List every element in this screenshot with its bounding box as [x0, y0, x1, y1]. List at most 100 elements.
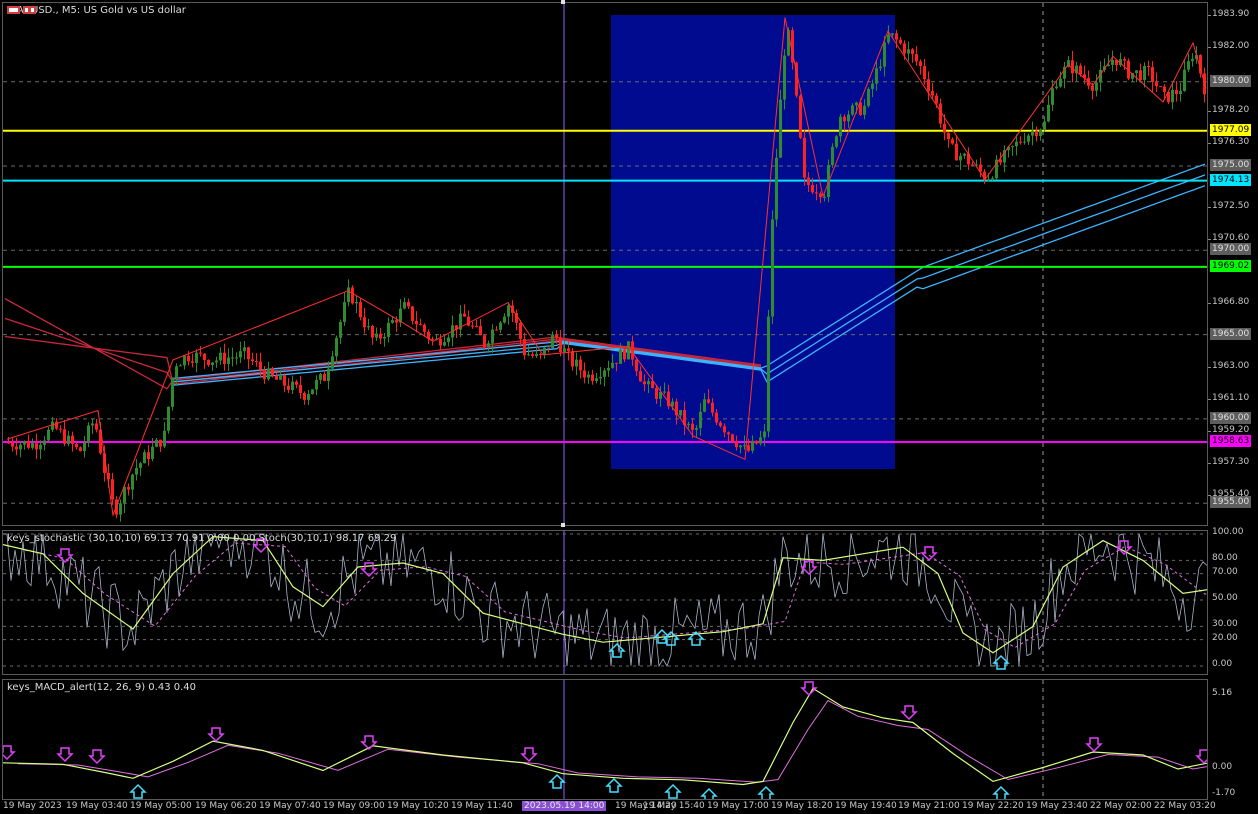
- candle-body: [599, 376, 602, 379]
- candle-body: [283, 375, 286, 386]
- price-tick-mark: [1208, 143, 1211, 145]
- candle-body: [1079, 65, 1082, 75]
- level-price-label[interactable]: 1974.13: [1210, 173, 1252, 186]
- macd-pane[interactable]: keys_MACD_alert(12, 26, 9) 0.43 0.40: [2, 679, 1208, 800]
- candle-body: [603, 370, 606, 377]
- candle-body: [871, 83, 874, 90]
- candle-body: [179, 365, 182, 367]
- stoch-tick-label: 100.00: [1212, 527, 1244, 537]
- candle-body: [475, 325, 478, 327]
- time-label: 19 May 23:40: [1026, 801, 1088, 811]
- candle-body: [339, 321, 342, 338]
- candle-body: [203, 353, 206, 361]
- candle-body: [731, 434, 734, 442]
- candle-body: [83, 442, 86, 452]
- candle-body: [1163, 86, 1166, 92]
- candle-body: [779, 99, 782, 158]
- candle-body: [831, 146, 834, 165]
- candle-body: [823, 197, 826, 199]
- crosshair-top-handle[interactable]: [561, 0, 565, 4]
- price-tick-label: 1970.60: [1212, 233, 1250, 244]
- price-tick-label: 1959.20: [1212, 425, 1250, 436]
- candle-body: [919, 61, 922, 67]
- price-tick-mark: [1208, 431, 1211, 433]
- candle-body: [679, 410, 682, 416]
- candle-body: [935, 95, 938, 104]
- candle-body: [423, 324, 426, 332]
- macd-tick-label: 0.00: [1212, 762, 1233, 772]
- stochastic-pane[interactable]: keys_stochastic (30,10,10) 69.13 70.91 0…: [2, 530, 1208, 675]
- price-tick-label: 1972.50: [1212, 201, 1250, 212]
- stoch-tick-label: 80.00: [1212, 553, 1238, 564]
- candle-body: [835, 136, 838, 147]
- time-label: 19 May 19:40: [835, 801, 897, 811]
- macd-canvas[interactable]: [3, 680, 1208, 800]
- stoch-tick-label: 70.00: [1212, 566, 1238, 577]
- stochastic-canvas[interactable]: [3, 531, 1208, 675]
- candle-body: [375, 333, 378, 338]
- candle-body: [43, 440, 46, 445]
- time-label: 19 May 17:00: [707, 801, 769, 811]
- price-chart-pane[interactable]: XAUUSD., M5: US Gold vs US dollar: [2, 2, 1208, 526]
- candle-body: [119, 503, 122, 515]
- candle-body: [1043, 121, 1046, 131]
- candle-body: [471, 325, 474, 327]
- stochastic-axis[interactable]: 100.00 80.00 70.00 50.00 30.00 20.00 0.00: [1208, 527, 1258, 675]
- candle-body: [111, 479, 114, 500]
- candle-body: [1135, 70, 1138, 74]
- candle-body: [299, 384, 302, 393]
- level-price-label[interactable]: 1969.02: [1210, 259, 1252, 272]
- candle-body: [735, 441, 738, 448]
- candle-body: [899, 39, 902, 44]
- candle-body: [407, 302, 410, 307]
- candle-body: [799, 95, 802, 138]
- candle-body: [51, 421, 54, 430]
- candle-body: [635, 359, 638, 372]
- candle-body: [15, 446, 18, 450]
- time-label: 22 May 03:20: [1154, 801, 1216, 811]
- candle-body: [175, 366, 178, 378]
- level-price-label[interactable]: 1977.09: [1210, 123, 1252, 136]
- candle-body: [807, 177, 810, 185]
- candle-body: [563, 348, 566, 353]
- macd-axis[interactable]: 5.16 0.00 -1.70: [1208, 679, 1258, 800]
- level-price-label[interactable]: 1958.63: [1210, 434, 1252, 447]
- candle-body: [191, 361, 194, 363]
- candle-body: [1047, 104, 1050, 122]
- price-axis[interactable]: 1983.90 1982.00 1978.20 1976.30 1972.50 1970.…: [1208, 2, 1258, 526]
- price-chart-canvas[interactable]: [3, 3, 1208, 526]
- candle-body: [131, 474, 134, 490]
- candle-body: [247, 347, 250, 360]
- time-label: 19 May 07:40: [259, 801, 321, 811]
- candle-body: [311, 389, 314, 395]
- candle-body: [355, 302, 358, 304]
- buy-signal-arrow-up: [129, 783, 147, 799]
- time-axis[interactable]: 19 May 2023 19 May 03:40 19 May 05:00 19 Ma…: [0, 800, 1258, 814]
- candle-body: [907, 49, 910, 54]
- candle-body: [923, 66, 926, 80]
- candle-body: [295, 381, 298, 385]
- time-label: 19 May 2023: [3, 801, 62, 811]
- stoch-tick-label: 30.00: [1212, 619, 1238, 630]
- stochastic-title: keys_stochastic (30,10,10) 69.13 70.91 0…: [7, 533, 397, 544]
- time-label: 19 May 05:00: [130, 801, 192, 811]
- candle-body: [1155, 82, 1158, 87]
- candle-body: [411, 306, 414, 321]
- crosshair-time-label: 2023.05.19 14:00: [522, 801, 607, 811]
- candle-body: [1019, 141, 1022, 143]
- candle-body: [267, 368, 270, 380]
- candle-body: [1159, 86, 1162, 88]
- candle-body: [727, 432, 730, 435]
- candle-body: [187, 355, 190, 362]
- candle-body: [1147, 66, 1150, 68]
- candle-body: [547, 347, 550, 349]
- macd-tick-label: 5.16: [1212, 688, 1233, 699]
- sell-signal-arrow-down: [520, 747, 538, 763]
- candle-body: [363, 317, 366, 328]
- price-tick-label: 1957.30: [1212, 457, 1250, 468]
- candle-body: [843, 116, 846, 122]
- crosshair-bottom-handle[interactable]: [561, 523, 565, 527]
- candle-body: [815, 192, 818, 194]
- candle-body: [207, 360, 210, 366]
- candle-body: [619, 349, 622, 364]
